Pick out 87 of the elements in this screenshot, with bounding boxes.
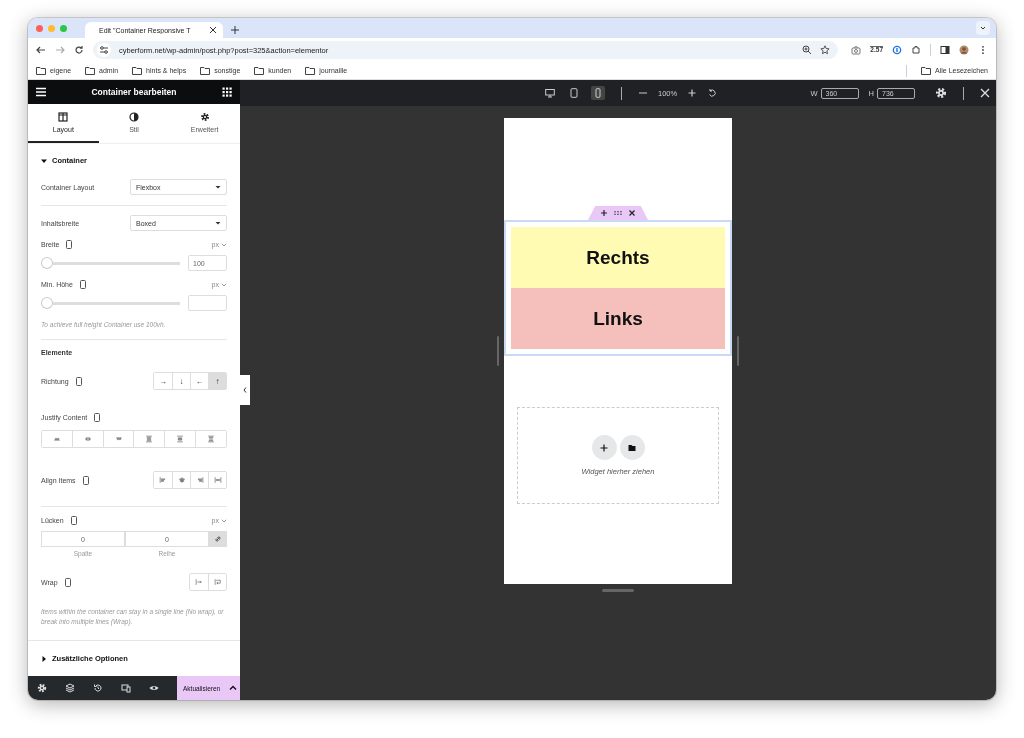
link-icon bbox=[214, 535, 222, 544]
folder-icon bbox=[85, 66, 96, 75]
resize-handle[interactable] bbox=[602, 589, 634, 592]
alignment-icon bbox=[195, 578, 203, 587]
alignment-icon bbox=[177, 476, 186, 485]
mobile-icon[interactable] bbox=[79, 280, 86, 289]
mobile-icon bbox=[593, 88, 603, 98]
columns-icon bbox=[58, 112, 69, 122]
slider-thumb[interactable] bbox=[41, 257, 53, 269]
drag-handle-icon[interactable] bbox=[614, 209, 622, 217]
caret-down-icon bbox=[215, 184, 221, 190]
avatar-icon[interactable] bbox=[959, 45, 969, 55]
choice-button[interactable]: ↑ bbox=[208, 373, 226, 390]
reload-icon[interactable] bbox=[74, 45, 84, 55]
settings-icon bbox=[199, 112, 210, 122]
template-library-button[interactable] bbox=[619, 435, 645, 460]
publish-options-button[interactable] bbox=[226, 676, 240, 700]
desktop-view-button[interactable] bbox=[543, 86, 557, 100]
reset-icon[interactable] bbox=[707, 88, 718, 98]
container-outline[interactable]: Rechts Links bbox=[504, 220, 732, 356]
number-input[interactable] bbox=[188, 295, 227, 311]
settings-icon[interactable] bbox=[935, 87, 947, 99]
folder-icon bbox=[132, 66, 143, 75]
alignment-icon bbox=[176, 435, 185, 444]
history-icon[interactable] bbox=[93, 683, 103, 693]
chevron-left-icon bbox=[243, 387, 247, 393]
folder-icon bbox=[921, 66, 932, 75]
desktop-icon bbox=[545, 88, 555, 98]
menu-icon[interactable] bbox=[35, 86, 47, 98]
slider-thumb[interactable] bbox=[41, 297, 53, 309]
container-handle[interactable] bbox=[588, 206, 648, 220]
mobile-view-button[interactable] bbox=[591, 86, 605, 100]
panel-title: Container bearbeiten bbox=[91, 87, 177, 97]
alignment-icon bbox=[83, 435, 92, 444]
zoom-in-icon[interactable] bbox=[687, 88, 698, 98]
folder-icon bbox=[200, 66, 211, 75]
text-block[interactable]: Links bbox=[511, 288, 725, 349]
grid-icon[interactable] bbox=[221, 86, 233, 98]
chevron-down-icon bbox=[221, 282, 227, 287]
mobile-icon[interactable] bbox=[70, 516, 77, 526]
caret-right-icon bbox=[41, 655, 47, 662]
alignment-icon bbox=[159, 476, 167, 485]
text-block[interactable]: Rechts bbox=[511, 227, 725, 288]
zoom-icon[interactable] bbox=[802, 45, 813, 55]
password-manager-icon[interactable] bbox=[892, 45, 902, 55]
mobile-icon[interactable] bbox=[82, 475, 89, 485]
close-icon[interactable] bbox=[209, 26, 217, 34]
alignment-icon bbox=[195, 476, 204, 485]
add-widget-button[interactable] bbox=[591, 435, 617, 460]
folder-icon bbox=[36, 66, 46, 75]
chevron-down-icon bbox=[221, 242, 227, 247]
camera-icon[interactable] bbox=[851, 45, 862, 55]
folder-icon bbox=[254, 66, 265, 75]
mobile-icon[interactable] bbox=[75, 376, 82, 386]
alignment-icon bbox=[213, 476, 222, 485]
site-settings-icon[interactable] bbox=[97, 43, 111, 57]
alignment-icon bbox=[52, 435, 61, 444]
responsive-icon[interactable] bbox=[121, 683, 131, 693]
resize-handle[interactable] bbox=[737, 336, 739, 366]
caret-down-icon bbox=[215, 220, 221, 226]
alignment-icon bbox=[213, 578, 222, 587]
mobile-icon[interactable] bbox=[94, 413, 101, 423]
tablet-icon bbox=[569, 88, 579, 98]
resize-handle[interactable] bbox=[497, 336, 499, 366]
settings-icon[interactable] bbox=[37, 683, 47, 693]
contrast-icon bbox=[129, 112, 139, 122]
folder-icon bbox=[305, 66, 316, 75]
tablet-view-button[interactable] bbox=[567, 86, 581, 100]
alignment-icon bbox=[207, 435, 216, 444]
star-icon[interactable] bbox=[820, 45, 831, 55]
add-icon[interactable] bbox=[600, 209, 608, 217]
new-tab-icon[interactable] bbox=[231, 26, 239, 34]
eye-icon[interactable] bbox=[149, 683, 159, 693]
mobile-icon[interactable] bbox=[66, 240, 73, 249]
chevron-down-icon bbox=[221, 518, 227, 523]
sidebar-icon[interactable] bbox=[940, 45, 950, 55]
close-icon[interactable] bbox=[628, 209, 636, 217]
back-icon[interactable] bbox=[36, 45, 46, 55]
layers-icon[interactable] bbox=[65, 683, 75, 693]
caret-down-icon bbox=[41, 157, 47, 164]
caret-up-icon bbox=[229, 684, 238, 692]
plus-icon bbox=[600, 443, 608, 452]
link-values-button[interactable] bbox=[209, 531, 227, 548]
alignment-icon bbox=[145, 435, 154, 444]
mobile-icon[interactable] bbox=[64, 577, 71, 587]
folder-icon bbox=[628, 443, 636, 452]
choice-button[interactable] bbox=[208, 472, 226, 489]
